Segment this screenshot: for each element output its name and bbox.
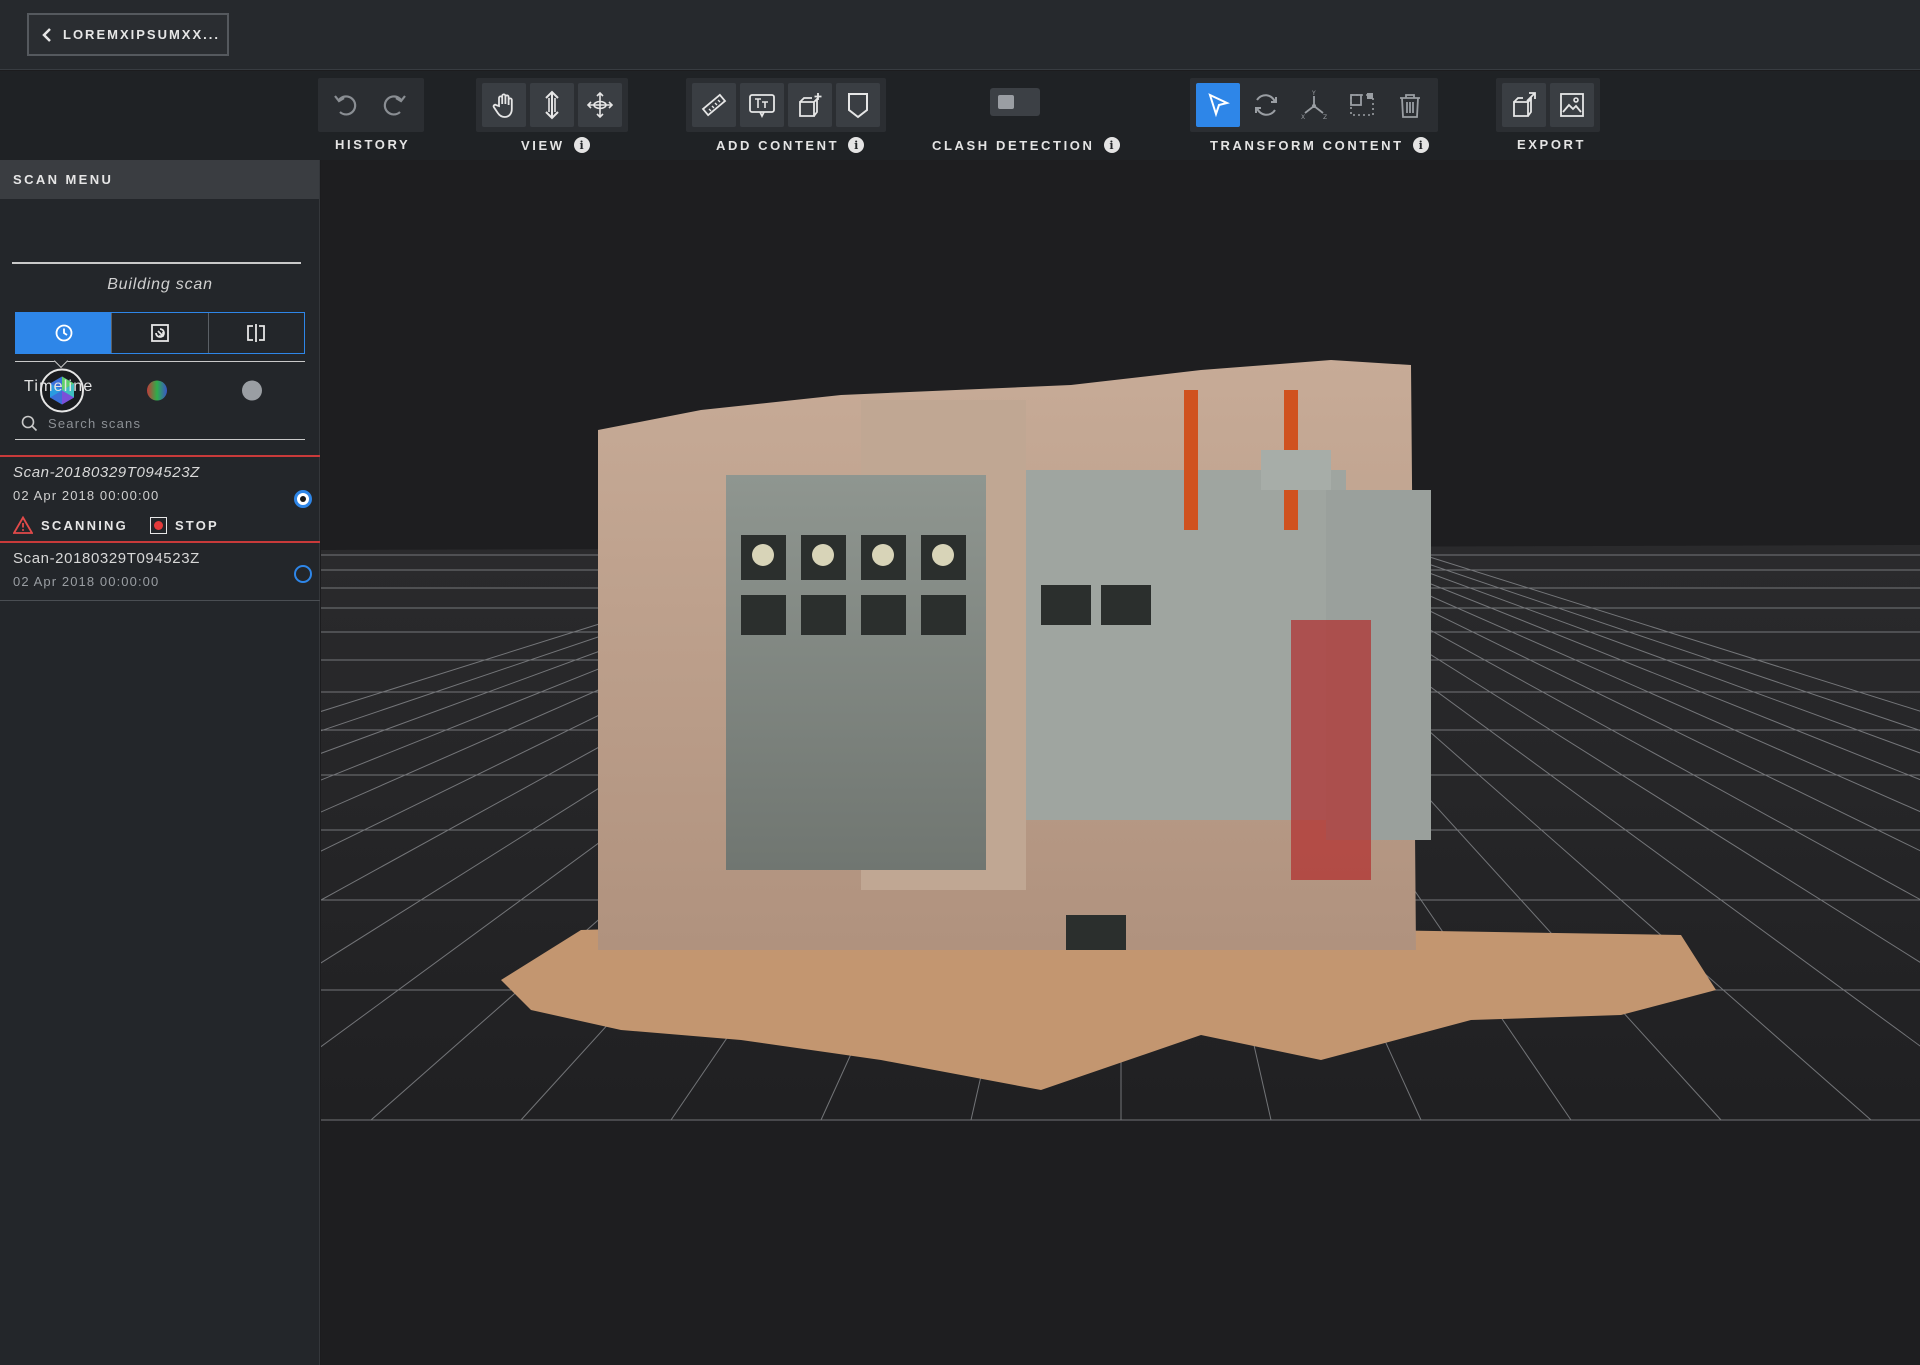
export-label: EXPORT	[1517, 137, 1587, 152]
axis-icon: Y X Z	[1301, 90, 1327, 120]
scanning-status: SCANNING	[41, 517, 128, 533]
select-pointer-icon	[1208, 93, 1230, 118]
clash-label: CLASH DETECTION i	[932, 137, 1120, 153]
translate-axis-button[interactable]: Y X Z	[1292, 83, 1336, 127]
3d-viewport[interactable]	[321, 160, 1920, 1365]
history-label: HISTORY	[335, 137, 411, 152]
transform-info-icon[interactable]: i	[1412, 137, 1429, 153]
compare-overlay-icon	[151, 324, 169, 342]
text-note-icon	[749, 94, 775, 119]
segment-caret	[53, 353, 69, 369]
orbit-icon	[586, 91, 614, 119]
export-image-button[interactable]	[1550, 83, 1594, 127]
chevron-left-icon	[42, 27, 51, 42]
back-button[interactable]: LOREMXIPSUMXX...	[27, 13, 229, 56]
clash-group	[990, 88, 1040, 116]
ground-grid	[321, 360, 1920, 1121]
text-note-button[interactable]	[740, 83, 784, 127]
color-mode-button[interactable]	[146, 380, 168, 407]
scan-menu-sidebar: SCAN MENU Building scan Timeline Search …	[0, 160, 320, 1365]
scale-button[interactable]	[1340, 83, 1384, 127]
sidebar-segment-control	[15, 312, 305, 354]
stop-button[interactable]	[149, 516, 167, 534]
scan-name: Scan-20180329T094523Z	[13, 550, 200, 567]
pan-hand-icon	[492, 93, 513, 118]
delete-button[interactable]	[1388, 83, 1432, 127]
stop-record-icon	[153, 520, 163, 530]
svg-text:Y: Y	[1311, 90, 1316, 97]
add-content-group	[686, 78, 886, 132]
export-image-icon	[1560, 93, 1584, 117]
pan-button[interactable]	[482, 83, 526, 127]
toggle-knob	[998, 95, 1014, 109]
top-bar: LOREMXIPSUMXX...	[0, 0, 1920, 70]
view-label: VIEW i	[521, 137, 590, 153]
solid-shading-icon	[242, 380, 262, 401]
clash-detection-toggle[interactable]	[990, 88, 1040, 116]
scan-date: 02 Apr 2018 00:00:00	[13, 488, 160, 503]
rotate-button[interactable]	[1244, 83, 1288, 127]
export-3d-button[interactable]	[1502, 83, 1546, 127]
export-group	[1496, 78, 1600, 132]
add-object-icon	[799, 93, 822, 117]
panel-title: Timeline	[24, 378, 94, 395]
scan-select-radio[interactable]	[294, 490, 312, 508]
add-content-info-icon[interactable]: i	[848, 137, 865, 153]
measure-button[interactable]	[692, 83, 736, 127]
scan-menu-title: SCAN MENU	[0, 160, 319, 199]
clash-info-icon[interactable]: i	[1103, 137, 1120, 153]
rotate-icon	[1255, 94, 1277, 116]
history-group	[318, 78, 424, 132]
redo-icon	[383, 95, 406, 116]
main-toolbar: HISTORY VIEW i ADD CONTENT i CLASH DETEC…	[0, 71, 1920, 160]
transform-label: TRANSFORM CONTENT i	[1210, 137, 1429, 153]
view-info-icon[interactable]: i	[573, 137, 590, 153]
timeline-clock-icon	[55, 324, 73, 342]
orbit-button[interactable]	[578, 83, 622, 127]
ruler-icon	[701, 93, 727, 117]
split-view-icon	[247, 324, 266, 342]
scan-name: Scan-20180329T094523Z	[13, 464, 200, 481]
scan-list-item[interactable]: Scan-20180329T094523Z 02 Apr 2018 00:00:…	[0, 543, 320, 601]
scan-date: 02 Apr 2018 00:00:00	[13, 574, 160, 589]
segment-compare[interactable]	[111, 313, 207, 353]
search-input[interactable]	[48, 416, 288, 431]
mode-divider	[12, 262, 301, 264]
select-button[interactable]	[1196, 83, 1240, 127]
vertical-move-icon	[545, 90, 559, 120]
scale-bounds-icon	[1350, 93, 1374, 116]
warning-icon	[13, 516, 33, 534]
svg-text:X: X	[1301, 114, 1305, 120]
solid-mode-button[interactable]	[241, 380, 263, 407]
tag-icon	[848, 93, 868, 119]
scan-select-radio[interactable]	[294, 565, 312, 583]
tag-button[interactable]	[836, 83, 880, 127]
back-button-label: LOREMXIPSUMXX...	[63, 27, 220, 42]
segment-timeline[interactable]	[16, 313, 112, 353]
add-object-button[interactable]	[788, 83, 832, 127]
segment-split[interactable]	[207, 313, 304, 353]
export-3d-icon	[1513, 92, 1536, 117]
redo-button[interactable]	[372, 83, 416, 127]
vertical-move-button[interactable]	[530, 83, 574, 127]
add-content-label: ADD CONTENT i	[716, 137, 865, 153]
scan-list-item[interactable]: Scan-20180329T094523Z 02 Apr 2018 00:00:…	[0, 455, 320, 543]
undo-button[interactable]	[324, 83, 368, 127]
view-group	[476, 78, 628, 132]
stop-label[interactable]: STOP	[175, 518, 219, 533]
delete-trash-icon	[1400, 94, 1420, 118]
transform-group: Y X Z	[1190, 78, 1438, 132]
search-icon	[21, 415, 38, 432]
mode-caption: Building scan	[107, 276, 213, 293]
svg-text:Z: Z	[1323, 114, 1327, 120]
search-scans-field[interactable]	[15, 408, 305, 440]
color-map-icon	[147, 380, 167, 401]
undo-icon	[334, 95, 357, 116]
scan-status-row: SCANNING STOP	[13, 516, 219, 534]
